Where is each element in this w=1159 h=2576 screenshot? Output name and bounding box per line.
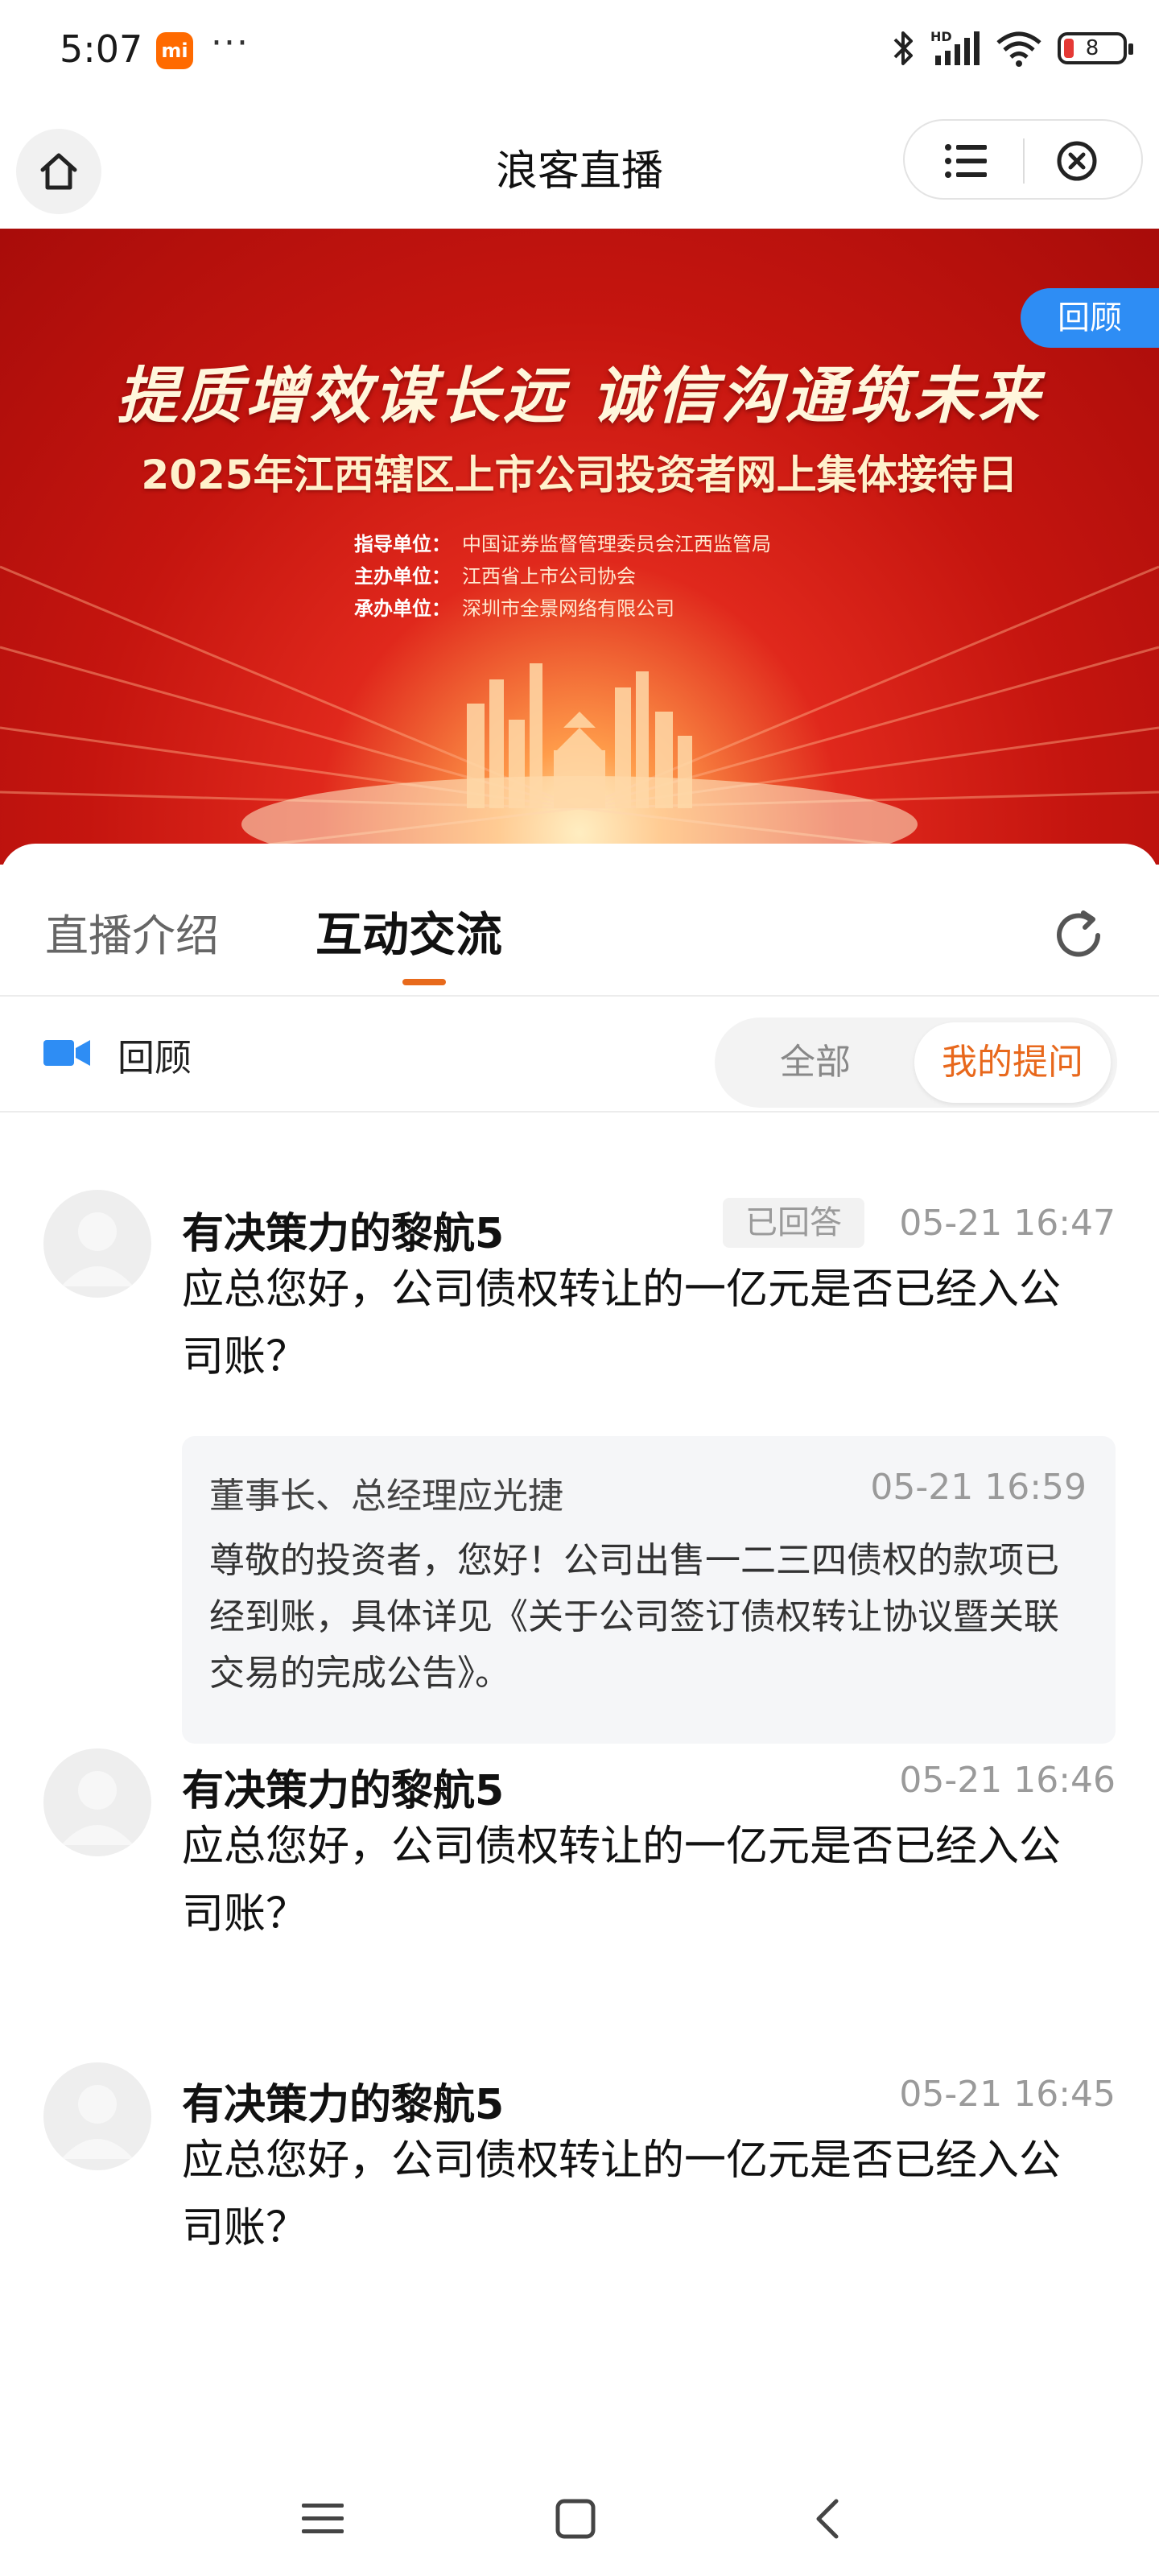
signal-icon: HD (930, 29, 980, 65)
replay-label: 回顾 (118, 1036, 192, 1080)
org-role: 指导单位： (354, 533, 451, 555)
avatar (43, 1190, 151, 1298)
more-notifications-icon: ··· (211, 23, 250, 64)
event-banner[interactable]: 回顾 提质增效谋长远 诚信沟通筑未来 2025年江西辖区上市公司投资者网上集体接… (0, 229, 1159, 865)
menu-icon (302, 2504, 344, 2533)
tab-bar: 直播介绍 互动交流 (0, 844, 1159, 997)
banner-org-organizer: 承办单位： 深圳市全景网络有限公司 (354, 592, 674, 621)
close-button[interactable] (1054, 138, 1099, 184)
status-icons: HD 8 (892, 24, 1133, 72)
bluetooth-icon (893, 31, 913, 65)
title-bar: 浪客直播 (0, 105, 1159, 229)
org-role: 承办单位： (354, 597, 451, 620)
banner-org-host: 主办单位： 江西省上市公司协会 (354, 560, 636, 588)
tab-live-intro[interactable]: 直播介绍 (45, 900, 219, 964)
content-sheet: 直播介绍 互动交流 回顾 全部 我的提问 有决策力的黎航5 已回答 05-21 … (0, 844, 1159, 2576)
hd-label: HD (930, 29, 952, 44)
answer-responder: 董事长、总经理应光捷 (209, 1476, 563, 1517)
question-username: 有决策力的黎航5 (182, 1767, 505, 1815)
battery-level: 8 (1085, 36, 1099, 60)
filter-my-questions-button[interactable]: 我的提问 (914, 1022, 1111, 1103)
question-time: 05-21 16:46 (899, 1760, 1116, 1801)
replay-badge[interactable]: 回顾 (1021, 288, 1159, 348)
question-time: 05-21 16:47 (899, 1203, 1116, 1244)
question-username: 有决策力的黎航5 (182, 1210, 505, 1258)
system-navigation-bar (0, 2463, 1159, 2576)
banner-event-title: 2025年江西辖区上市公司投资者网上集体接待日 (141, 452, 1018, 498)
filter-bar: 回顾 全部 我的提问 (0, 997, 1159, 1113)
active-tab-indicator (402, 979, 446, 985)
video-camera-icon (43, 1040, 90, 1066)
question-text: 应总您好，公司债权转让的一亿元是否已经入公司账？ (182, 2136, 1062, 2252)
question-filter-toggle: 全部 我的提问 (715, 1018, 1117, 1108)
wifi-icon (996, 31, 1041, 67)
org-name: 江西省上市公司协会 (462, 565, 636, 588)
battery-icon: 8 (1058, 32, 1133, 64)
org-role: 主办单位： (354, 565, 451, 588)
list-menu-icon (945, 144, 987, 178)
mi-app-icon: mi (156, 32, 193, 69)
banner-org-guide: 指导单位： 中国证券监督管理委员会江西监管局 (354, 528, 771, 556)
answered-badge: 已回答 (723, 1198, 864, 1248)
chevron-left-icon (816, 2499, 839, 2539)
back-button[interactable] (800, 2491, 856, 2547)
org-name: 中国证券监督管理委员会江西监管局 (462, 533, 771, 555)
question-username: 有决策力的黎航5 (182, 2081, 505, 2129)
question-text: 应总您好，公司债权转让的一亿元是否已经入公司账？ (182, 1265, 1062, 1381)
recent-apps-button[interactable] (295, 2491, 351, 2547)
status-bar: 5:07 mi ··· HD 8 (0, 0, 1159, 105)
answer-box: 董事长、总经理应光捷 05-21 16:59 尊敬的投资者，您好！公司出售一二三… (182, 1436, 1116, 1744)
home-nav-button[interactable] (547, 2491, 604, 2547)
org-name: 深圳市全景网络有限公司 (462, 597, 674, 620)
banner-slogan: 提质增效谋长远 诚信沟通筑未来 (116, 360, 1043, 431)
filter-all-button[interactable]: 全部 (715, 1018, 916, 1108)
answer-time: 05-21 16:59 (870, 1467, 1087, 1508)
circle-close-icon (1057, 141, 1097, 181)
avatar (43, 2062, 151, 2170)
menu-button[interactable] (943, 140, 988, 182)
mini-program-capsule (903, 119, 1143, 200)
city-skyline-illustration (467, 663, 692, 808)
avatar (43, 1748, 151, 1856)
answer-text: 尊敬的投资者，您好！公司出售一二三四债权的款项已经到账，具体详见《关于公司签订债… (209, 1540, 1059, 1694)
tab-interaction[interactable]: 互动交流 (316, 897, 502, 964)
question-time: 05-21 16:45 (899, 2074, 1116, 2115)
status-time: 5:07 (60, 27, 143, 71)
square-home-icon (555, 2499, 596, 2539)
question-text: 应总您好，公司债权转让的一亿元是否已经入公司账？ (182, 1823, 1062, 1938)
refresh-icon[interactable] (1048, 905, 1109, 966)
